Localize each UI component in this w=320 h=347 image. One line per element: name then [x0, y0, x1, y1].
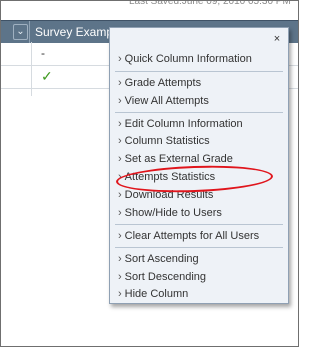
- menu-item-label: Hide Column: [124, 288, 189, 300]
- menu-item-label: Column Statistics: [124, 135, 210, 147]
- chevron-down-icon[interactable]: ⌄: [13, 24, 28, 40]
- menu-item-download-results[interactable]: › Download Results: [118, 186, 213, 204]
- last-saved-text: Last Saved:June 09, 2010 05:30 PM: [129, 0, 291, 7]
- menu-item-attempts-statistics[interactable]: › Attempts Statistics: [118, 168, 215, 186]
- menu-item-set-as-external-grade[interactable]: › Set as External Grade: [118, 150, 233, 168]
- menu-divider: [115, 112, 283, 113]
- chevron-right-icon: ›: [118, 135, 122, 147]
- menu-item-label: Quick Column Information: [124, 53, 252, 65]
- chevron-right-icon: ›: [118, 271, 122, 283]
- row-divider: [31, 42, 32, 96]
- menu-item-sort-ascending[interactable]: › Sort Ascending: [118, 250, 199, 268]
- chevron-right-icon: ›: [118, 53, 122, 65]
- chevron-right-icon: ›: [118, 253, 122, 265]
- close-icon[interactable]: ×: [272, 34, 282, 45]
- menu-item-label: Show/Hide to Users: [124, 207, 222, 219]
- menu-item-label: Grade Attempts: [124, 77, 202, 89]
- menu-item-show-hide-to-users[interactable]: › Show/Hide to Users: [118, 204, 222, 222]
- menu-item-label: Set as External Grade: [124, 153, 233, 165]
- header-separator: [29, 21, 30, 43]
- checkmark-icon[interactable]: ✓: [41, 68, 53, 85]
- menu-divider: [115, 247, 283, 248]
- chevron-right-icon: ›: [118, 189, 122, 201]
- chevron-right-icon: ›: [118, 288, 122, 300]
- menu-item-sort-descending[interactable]: › Sort Descending: [118, 268, 206, 286]
- menu-divider: [115, 71, 283, 72]
- menu-divider: [115, 224, 283, 225]
- menu-item-view-all-attempts[interactable]: › View All Attempts: [118, 92, 209, 110]
- menu-item-label: Edit Column Information: [124, 118, 243, 130]
- menu-item-label: Download Results: [124, 189, 214, 201]
- menu-item-label: Attempts Statistics: [124, 171, 216, 183]
- chevron-right-icon: ›: [118, 153, 122, 165]
- menu-item-quick-column-information[interactable]: › Quick Column Information: [118, 50, 252, 68]
- grade-cell[interactable]: -: [41, 46, 45, 60]
- menu-item-edit-column-information[interactable]: › Edit Column Information: [118, 115, 243, 133]
- menu-item-clear-attempts-for-all-users[interactable]: › Clear Attempts for All Users: [118, 227, 259, 245]
- menu-item-column-statistics[interactable]: › Column Statistics: [118, 132, 210, 150]
- menu-item-hide-column[interactable]: › Hide Column: [118, 285, 188, 303]
- grade-center-frame: Last Saved:June 09, 2010 05:30 PM ⌄ Surv…: [0, 0, 299, 347]
- menu-item-label: Clear Attempts for All Users: [124, 230, 260, 242]
- column-context-menu: × › Quick Column Information › Grade Attem…: [109, 27, 289, 304]
- chevron-right-icon: ›: [118, 207, 122, 219]
- chevron-right-icon: ›: [118, 230, 122, 242]
- menu-item-label: View All Attempts: [124, 95, 209, 107]
- menu-item-label: Sort Ascending: [124, 253, 199, 265]
- menu-item-label: Sort Descending: [124, 271, 206, 283]
- chevron-right-icon: ›: [118, 118, 122, 130]
- chevron-right-icon: ›: [118, 171, 122, 183]
- chevron-right-icon: ›: [118, 77, 122, 89]
- menu-item-grade-attempts[interactable]: › Grade Attempts: [118, 74, 201, 92]
- chevron-right-icon: ›: [118, 95, 122, 107]
